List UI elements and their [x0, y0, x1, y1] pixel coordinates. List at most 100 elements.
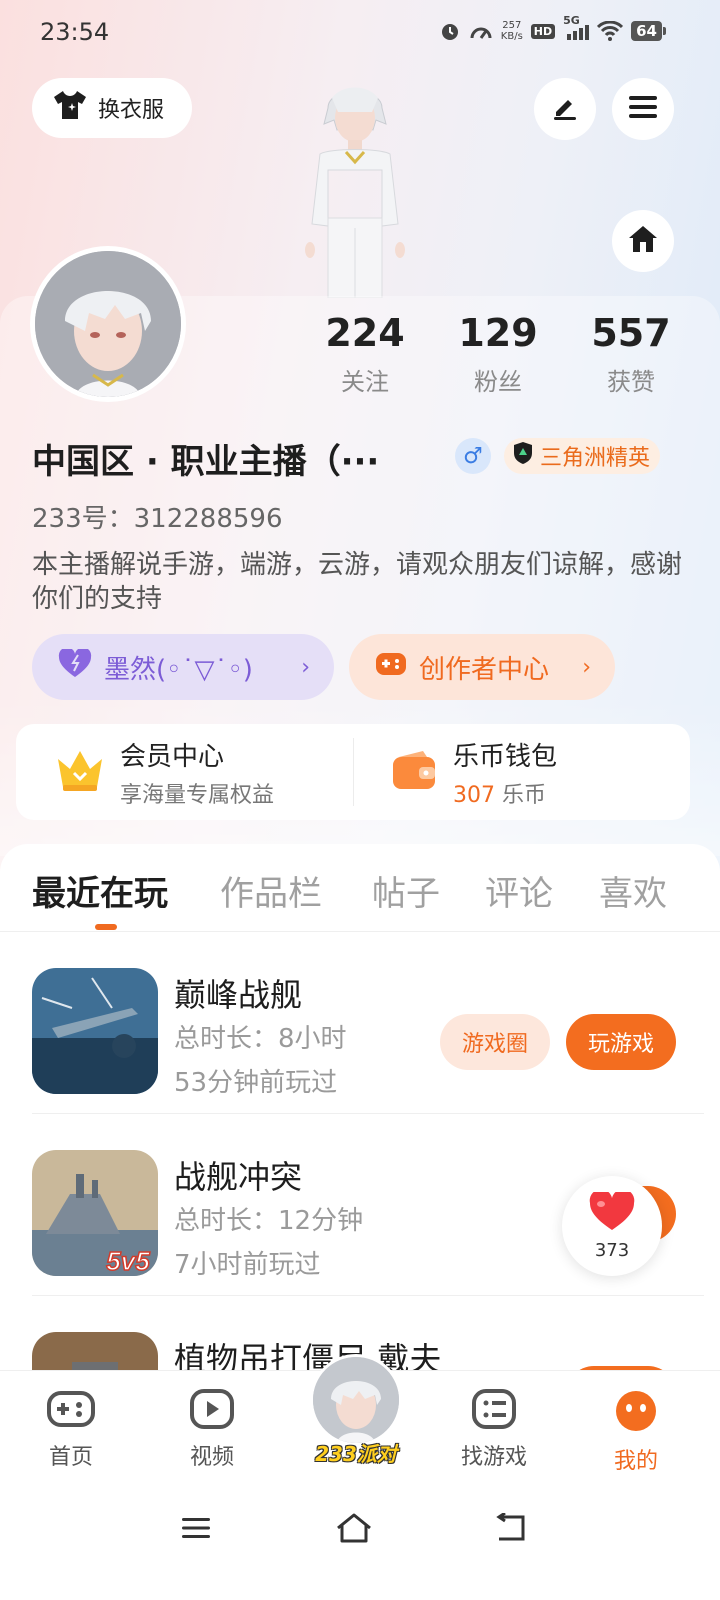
user-id: 233号：312288596 — [32, 504, 283, 534]
chevron-right-icon: › — [301, 654, 310, 680]
gamepad-icon — [375, 651, 407, 684]
nav-find-games-label: 找游戏 — [460, 1445, 527, 1470]
status-bar: 23:54 257 KB/s HD 5G 64 — [0, 0, 720, 66]
following-count: 224 — [325, 311, 405, 355]
pencil-icon — [550, 92, 580, 126]
nav-video[interactable]: 视频 — [167, 1389, 257, 1471]
game-icon-warships — [32, 968, 158, 1094]
tab-recently-played[interactable]: 最近在玩 — [32, 866, 168, 915]
house-icon — [627, 224, 659, 258]
mood-label: 墨然(◦˙▽˙◦) — [104, 654, 253, 685]
nav-home[interactable]: 首页 — [26, 1389, 116, 1471]
avatar-3d-figure[interactable] — [290, 78, 420, 299]
active-tab-indicator — [95, 924, 117, 930]
hd-badge: HD — [530, 23, 556, 39]
game-last-played: 7小时前玩过 — [174, 1250, 321, 1280]
wallet-entry[interactable]: 乐币钱包 307 乐币 — [353, 724, 690, 820]
gamepad-icon — [47, 1389, 95, 1433]
hamburger-menu-icon — [628, 94, 658, 124]
net-speed-unit: KB/s — [500, 31, 523, 42]
game-badge: 5v5 — [106, 1246, 150, 1276]
gender-male-icon: ♂ — [455, 438, 491, 474]
game-row[interactable]: 巅峰战舰 总时长：8小时 53分钟前玩过 游戏圈 玩游戏 — [0, 932, 720, 1114]
tab-comments[interactable]: 评论 — [485, 866, 553, 915]
heart-icon — [589, 1188, 635, 1236]
tab-posts[interactable]: 帖子 — [372, 866, 440, 915]
nav-video-label: 视频 — [189, 1445, 234, 1470]
nav-me-label: 我的 — [613, 1449, 658, 1474]
net-speed: 257 KB/s — [501, 20, 523, 42]
stat-fans[interactable]: 129 粉丝 — [443, 310, 553, 397]
stat-following[interactable]: 224 关注 — [310, 310, 420, 397]
like-count: 373 — [594, 1239, 630, 1261]
user-avatar[interactable] — [30, 246, 186, 402]
vip-center-entry[interactable]: 会员中心 享海量专属权益 — [16, 724, 353, 820]
party-label: 233派对 — [315, 1442, 397, 1466]
status-icons: 257 KB/s HD 5G 64 — [439, 14, 666, 42]
edit-profile-button[interactable] — [534, 78, 596, 140]
crown-icon — [54, 747, 106, 797]
wallet-amount: 307 — [453, 782, 495, 808]
tab-works[interactable]: 作品栏 — [220, 866, 322, 915]
fans-label: 粉丝 — [474, 368, 522, 396]
speedometer-icon — [469, 20, 493, 42]
game-circle-button[interactable]: 游戏圈 — [440, 1014, 550, 1070]
name-row: 中国区 · 职业主播（··· — [32, 434, 379, 483]
user-name: 中国区 · 职业主播（··· — [32, 442, 380, 482]
back-icon[interactable] — [490, 1508, 530, 1548]
rank-label: 三角洲精英 — [540, 446, 651, 471]
game-duration: 总时长：12分钟 — [174, 1206, 364, 1236]
wallet-icon — [391, 749, 439, 795]
profile-tabs: 最近在玩 作品栏 帖子 评论 喜欢 — [0, 844, 720, 932]
recent-apps-icon[interactable] — [176, 1508, 216, 1548]
home-nav-icon[interactable] — [334, 1508, 374, 1548]
signal-label: 5G — [563, 14, 580, 27]
game-last-played: 53分钟前玩过 — [174, 1068, 338, 1098]
wallet-title: 乐币钱包 — [453, 741, 558, 772]
heart-icon — [58, 646, 92, 686]
menu-button[interactable] — [612, 78, 674, 140]
rank-badge[interactable]: 三角洲精英 — [504, 438, 661, 474]
nav-me[interactable]: 我的 — [591, 1389, 681, 1475]
list-icon — [472, 1389, 516, 1433]
change-outfit-button[interactable]: 换衣服 — [32, 78, 192, 138]
nav-home-label: 首页 — [48, 1445, 93, 1470]
vip-center-subtitle: 享海量专属权益 — [120, 782, 275, 808]
change-outfit-label: 换衣服 — [98, 98, 165, 123]
signal-icon: 5G — [563, 14, 590, 42]
wallet-balance: 307 乐币 — [453, 777, 557, 809]
member-card: 会员中心 享海量专属权益 乐币钱包 307 乐币 — [16, 724, 690, 820]
smiley-face-icon — [614, 1389, 658, 1437]
mood-status-button[interactable]: 墨然(◦˙▽˙◦) › — [32, 634, 334, 700]
likes-label: 获赞 — [607, 368, 655, 396]
shield-icon — [512, 441, 534, 471]
creator-center-button[interactable]: 创作者中心 › — [349, 634, 615, 700]
play-game-button[interactable]: 玩游戏 — [566, 1014, 676, 1070]
party-avatar — [310, 1354, 402, 1446]
alarm-icon — [439, 20, 461, 42]
vip-center-title: 会员中心 — [120, 741, 225, 772]
floating-like-button[interactable]: 373 — [562, 1176, 662, 1276]
game-icon-warship-clash: 5v5 — [32, 1150, 158, 1276]
nav-party[interactable]: 233派对 — [306, 1354, 406, 1466]
game-name: 巅峰战舰 — [174, 976, 303, 1014]
following-label: 关注 — [341, 368, 389, 396]
net-speed-value: 257 — [502, 20, 522, 31]
status-time: 23:54 — [40, 18, 110, 46]
user-bio: 本主播解说手游，端游，云游，请观众朋友们谅解，感谢你们的支持 — [32, 550, 683, 614]
tab-likes[interactable]: 喜欢 — [599, 866, 667, 915]
system-navigation-bar — [0, 1480, 720, 1600]
fans-count: 129 — [458, 311, 538, 355]
game-duration: 总时长：8小时 — [174, 1024, 347, 1054]
battery-indicator: 64 — [631, 21, 666, 41]
wifi-icon — [597, 21, 624, 41]
wallet-unit: 乐币 — [502, 782, 547, 808]
nav-find-games[interactable]: 找游戏 — [449, 1389, 539, 1471]
stat-likes[interactable]: 557 获赞 — [576, 310, 686, 397]
game-name: 战舰冲突 — [174, 1158, 303, 1196]
chevron-right-icon: › — [582, 654, 591, 680]
home-scene-button[interactable] — [612, 210, 674, 272]
likes-count: 557 — [591, 311, 671, 355]
tshirt-icon — [52, 89, 88, 127]
creator-center-label: 创作者中心 — [419, 654, 550, 685]
